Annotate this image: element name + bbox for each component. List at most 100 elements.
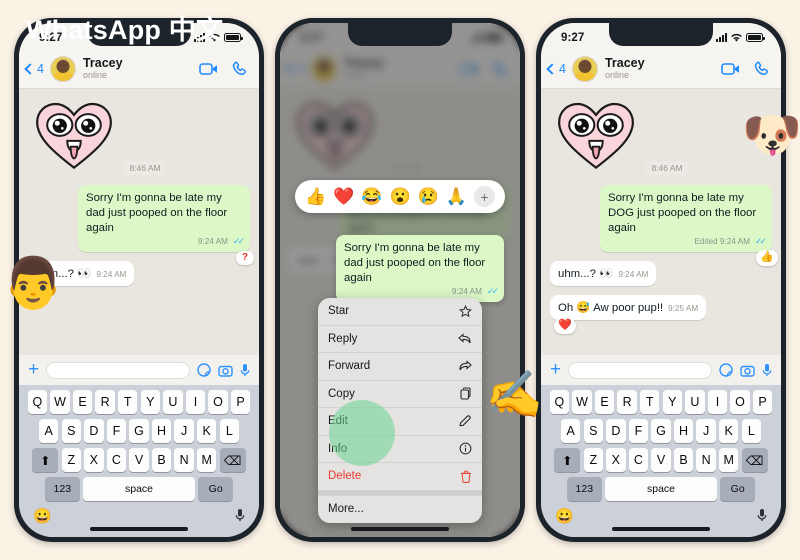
key-d[interactable]: D [606, 419, 626, 443]
message-reaction-badge[interactable]: ? [235, 250, 254, 266]
context-menu-item-reply[interactable]: Reply [318, 326, 482, 353]
key-p[interactable]: P [230, 390, 251, 414]
key-d[interactable]: D [84, 419, 104, 443]
context-menu-item-forward[interactable]: Forward [318, 353, 482, 381]
go-key[interactable]: Go [198, 477, 234, 501]
key-z[interactable]: Z [583, 448, 603, 472]
key-z[interactable]: Z [61, 448, 81, 472]
mic-icon[interactable] [235, 508, 245, 525]
message-input[interactable] [46, 361, 190, 379]
sticker-icon[interactable] [197, 363, 211, 377]
key-x[interactable]: X [606, 448, 626, 472]
key-g[interactable]: G [651, 419, 671, 443]
key-k[interactable]: K [197, 419, 217, 443]
avatar[interactable] [571, 55, 598, 82]
context-menu-item-delete[interactable]: Delete [318, 463, 482, 491]
key-i[interactable]: I [707, 390, 728, 414]
key-t[interactable]: T [640, 390, 660, 414]
back-button[interactable]: 4 [546, 62, 566, 76]
key-w[interactable]: W [572, 390, 592, 414]
mic-icon[interactable] [757, 508, 767, 525]
key-h[interactable]: H [673, 419, 694, 443]
key-m[interactable]: M [719, 448, 739, 472]
key-r[interactable]: R [95, 390, 115, 414]
key-n[interactable]: N [174, 448, 194, 472]
reaction-emoji-wow[interactable]: 😮 [390, 187, 411, 207]
reaction-emoji-pray[interactable]: 🙏 [446, 187, 467, 207]
key-q[interactable]: Q [549, 390, 570, 414]
key-h[interactable]: H [151, 419, 172, 443]
key-f[interactable]: F [106, 419, 127, 443]
key-s[interactable]: S [583, 419, 603, 443]
key-o[interactable]: O [208, 390, 228, 414]
shift-key[interactable]: ⬆ [32, 448, 59, 472]
reaction-emoji-thumbsup[interactable]: 👍 [305, 187, 326, 207]
message-reaction-badge[interactable]: ❤️ [554, 318, 576, 334]
key-u[interactable]: U [685, 390, 705, 414]
key-y[interactable]: Y [662, 390, 682, 414]
focused-message-bubble[interactable]: Sorry I'm gonna be late my dad just poop… [336, 235, 504, 303]
reaction-emoji-heart[interactable]: ❤️ [333, 187, 354, 207]
voice-call-icon[interactable] [232, 61, 248, 77]
key-m[interactable]: M [197, 448, 217, 472]
shift-key[interactable]: ⬆ [554, 448, 581, 472]
contact-info[interactable]: Tracey online [83, 56, 199, 81]
key-k[interactable]: K [719, 419, 739, 443]
context-menu-item-more[interactable]: More... [318, 496, 482, 524]
key-v[interactable]: V [129, 448, 149, 472]
key-y[interactable]: Y [140, 390, 160, 414]
sticker-icon[interactable] [719, 363, 733, 377]
outgoing-message[interactable]: Sorry I'm gonna be late my dad just poop… [78, 185, 254, 266]
key-v[interactable]: V [651, 448, 671, 472]
key-b[interactable]: B [673, 448, 694, 472]
key-e[interactable]: E [72, 390, 93, 414]
microphone-icon[interactable] [762, 363, 772, 377]
camera-icon[interactable] [218, 364, 233, 377]
key-g[interactable]: G [129, 419, 149, 443]
message-reaction-badge[interactable]: 👍 [756, 250, 778, 267]
numbers-key[interactable]: 123 [566, 477, 602, 501]
avatar[interactable] [49, 55, 76, 82]
key-b[interactable]: B [151, 448, 172, 472]
key-r[interactable]: R [617, 390, 637, 414]
key-p[interactable]: P [752, 390, 773, 414]
key-o[interactable]: O [730, 390, 750, 414]
numbers-key[interactable]: 123 [44, 477, 80, 501]
add-reaction-button[interactable]: + [474, 186, 496, 207]
microphone-icon[interactable] [240, 363, 250, 377]
incoming-message[interactable]: uhm...? 👀 9:24 AM [550, 261, 657, 286]
video-call-icon[interactable] [721, 62, 740, 76]
key-a[interactable]: A [38, 419, 59, 443]
key-u[interactable]: U [163, 390, 183, 414]
key-n[interactable]: N [696, 448, 716, 472]
space-key[interactable]: space [83, 477, 195, 501]
key-l[interactable]: L [219, 419, 239, 443]
camera-icon[interactable] [740, 364, 755, 377]
key-f[interactable]: F [628, 419, 649, 443]
key-q[interactable]: Q [27, 390, 48, 414]
incoming-message[interactable]: Oh 😅 Aw poor pup!! 9:25 AM ❤️ [550, 295, 707, 334]
key-t[interactable]: T [118, 390, 138, 414]
space-key[interactable]: space [605, 477, 717, 501]
key-x[interactable]: X [84, 448, 104, 472]
contact-info[interactable]: Tracey online [605, 56, 721, 81]
reaction-emoji-sad[interactable]: 😢 [418, 187, 439, 207]
key-c[interactable]: C [628, 448, 649, 472]
key-e[interactable]: E [594, 390, 615, 414]
outgoing-message-edited[interactable]: Sorry I'm gonna be late my DOG just poop… [600, 185, 778, 267]
video-call-icon[interactable] [199, 62, 218, 76]
key-i[interactable]: I [185, 390, 206, 414]
reaction-emoji-joy[interactable]: 😂 [361, 187, 382, 207]
key-a[interactable]: A [560, 419, 581, 443]
key-w[interactable]: W [50, 390, 70, 414]
back-button[interactable]: 4 [24, 62, 44, 76]
context-menu-item-star[interactable]: Star [318, 298, 482, 326]
context-menu-item-copy[interactable]: Copy [318, 381, 482, 408]
backspace-key[interactable]: ⌫ [741, 448, 768, 472]
go-key[interactable]: Go [720, 477, 756, 501]
key-c[interactable]: C [106, 448, 127, 472]
context-menu-item-edit[interactable]: Edit [318, 408, 482, 436]
key-s[interactable]: S [61, 419, 81, 443]
key-j[interactable]: J [696, 419, 716, 443]
context-menu-item-info[interactable]: Info [318, 436, 482, 463]
